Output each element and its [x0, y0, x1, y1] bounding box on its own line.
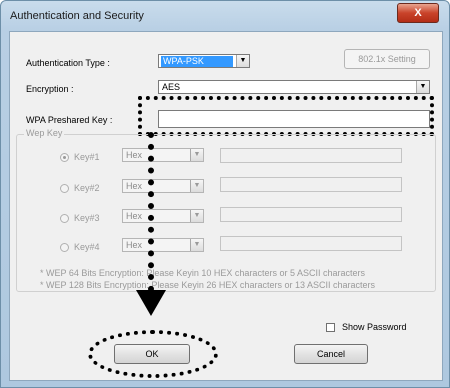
- chevron-down-icon: ▼: [236, 55, 249, 67]
- key3-format-select[interactable]: Hex ▼: [122, 209, 204, 223]
- show-password-checkbox[interactable]: [326, 323, 335, 332]
- close-button[interactable]: X: [397, 3, 439, 23]
- key4-input[interactable]: [220, 236, 402, 251]
- 8021x-setting-button[interactable]: 802.1x Setting: [344, 49, 430, 69]
- window-title: Authentication and Security: [10, 10, 144, 22]
- key2-label: Key#2: [74, 183, 100, 193]
- chevron-down-icon: ▼: [190, 210, 203, 222]
- chevron-down-icon: ▼: [416, 81, 429, 93]
- key3-input[interactable]: [220, 207, 402, 222]
- key1-format-select[interactable]: Hex ▼: [122, 148, 204, 162]
- chevron-down-icon: ▼: [190, 180, 203, 192]
- key2-format-select[interactable]: Hex ▼: [122, 179, 204, 193]
- dialog-body: Authentication Type : WPA-PSK ▼ 802.1x S…: [9, 31, 443, 381]
- key4-label: Key#4: [74, 242, 100, 252]
- annotation-dotted-ellipse: [88, 330, 218, 378]
- arrow-down-icon: [136, 290, 166, 316]
- key4-format-select[interactable]: Hex ▼: [122, 238, 204, 252]
- key3-radio[interactable]: [60, 214, 69, 223]
- chevron-down-icon: ▼: [190, 239, 203, 251]
- encryption-label: Encryption :: [26, 84, 74, 94]
- authentication-type-select[interactable]: WPA-PSK ▼: [158, 54, 250, 68]
- key3-format-value: Hex: [126, 211, 143, 221]
- dialog-window: Authentication and Security X Authentica…: [0, 0, 450, 388]
- wpa-preshared-key-label: WPA Preshared Key :: [26, 115, 113, 125]
- wep-key-legend: Wep Key: [24, 128, 65, 138]
- encryption-select[interactable]: AES ▼: [158, 80, 430, 94]
- annotation-dotted-line: [148, 132, 154, 292]
- chevron-down-icon: ▼: [190, 149, 203, 161]
- wep128-note: * WEP 128 Bits Encryption: Please Keyin …: [40, 280, 375, 290]
- authentication-type-value: WPA-PSK: [161, 56, 233, 67]
- key4-format-value: Hex: [126, 240, 143, 250]
- key4-radio[interactable]: [60, 243, 69, 252]
- show-password-label: Show Password: [342, 322, 407, 332]
- key1-format-value: Hex: [126, 150, 143, 160]
- encryption-value: AES: [162, 82, 181, 92]
- key3-label: Key#3: [74, 213, 100, 223]
- key2-radio[interactable]: [60, 184, 69, 193]
- key1-label: Key#1: [74, 152, 100, 162]
- title-bar: Authentication and Security X: [1, 1, 449, 31]
- key2-input[interactable]: [220, 177, 402, 192]
- authentication-type-label: Authentication Type :: [26, 58, 110, 68]
- wep64-note: * WEP 64 Bits Encryption: Please Keyin 1…: [40, 268, 365, 278]
- key1-radio[interactable]: [60, 153, 69, 162]
- key2-format-value: Hex: [126, 181, 143, 191]
- cancel-button[interactable]: Cancel: [294, 344, 368, 364]
- key1-input[interactable]: [220, 148, 402, 163]
- annotation-dotted-frame: [138, 96, 434, 136]
